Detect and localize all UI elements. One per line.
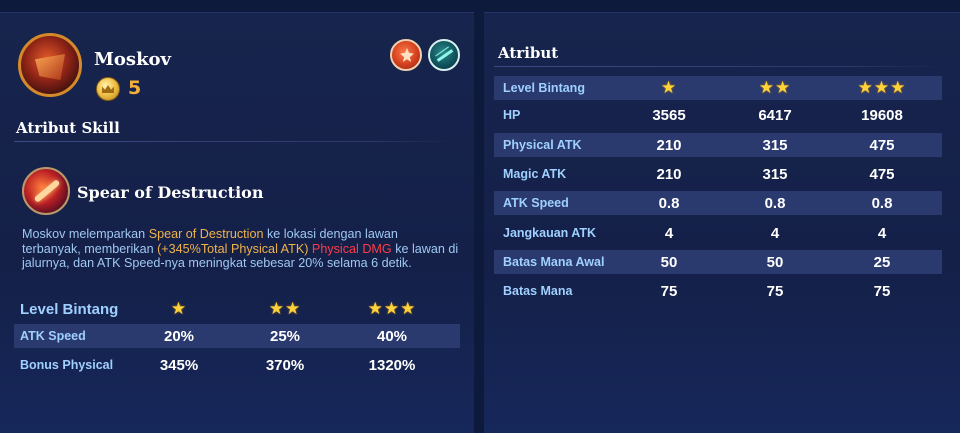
hero-cost: 5 <box>128 77 142 99</box>
attribute-table-header: Level Bintang ★ ★★ ★★★ <box>494 76 942 100</box>
hero-skill-panel: Moskov 5 Atribut Skill Spear of Destruct… <box>0 12 474 433</box>
table-row: Bonus Physical 345% 370% 1320% <box>20 356 416 374</box>
table-row: HP 3565 6417 19608 <box>503 106 903 124</box>
spear-skill-icon[interactable] <box>22 167 70 215</box>
skill-name: Spear of Destruction <box>77 183 264 202</box>
table-row: Physical ATK 210 315 475 <box>494 133 942 157</box>
attribute-section-title: Atribut <box>498 44 559 62</box>
table-row: ATK Speed 0.8 0.8 0.8 <box>494 191 942 215</box>
table-row: Magic ATK 210 315 475 <box>503 165 895 183</box>
table-row: Batas Mana 75 75 75 <box>503 282 891 300</box>
attribute-level-label: Level Bintang <box>503 81 585 95</box>
attribute-section-divider <box>494 66 944 67</box>
fighter-role-icon[interactable] <box>390 39 422 71</box>
skill-table-header: Level Bintang ★ ★★ ★★★ <box>14 297 460 321</box>
two-star-icon: ★★ <box>268 299 302 319</box>
skill-level-label: Level Bintang <box>20 300 119 318</box>
table-row: Batas Mana Awal 50 50 25 <box>494 250 942 274</box>
marksman-role-icon[interactable] <box>428 39 460 71</box>
skill-section-divider <box>14 141 460 142</box>
skill-section-title: Atribut Skill <box>16 119 120 137</box>
attribute-panel: Atribut Level Bintang ★ ★★ ★★★ HP 3565 6… <box>484 12 960 433</box>
hero-name: Moskov <box>94 49 172 70</box>
three-star-icon: ★★★ <box>367 299 417 319</box>
skill-description: Moskov melemparkan Spear of Destruction … <box>22 227 459 270</box>
one-star-icon: ★ <box>660 78 678 98</box>
one-star-icon: ★ <box>170 299 188 319</box>
three-star-icon: ★★★ <box>857 78 907 98</box>
crown-cost-icon <box>96 77 120 101</box>
two-star-icon: ★★ <box>758 78 792 98</box>
table-row: ATK Speed 20% 25% 40% <box>14 324 460 348</box>
hero-portrait-avatar[interactable] <box>18 33 82 97</box>
table-row: Jangkauan ATK 4 4 4 <box>503 224 887 242</box>
